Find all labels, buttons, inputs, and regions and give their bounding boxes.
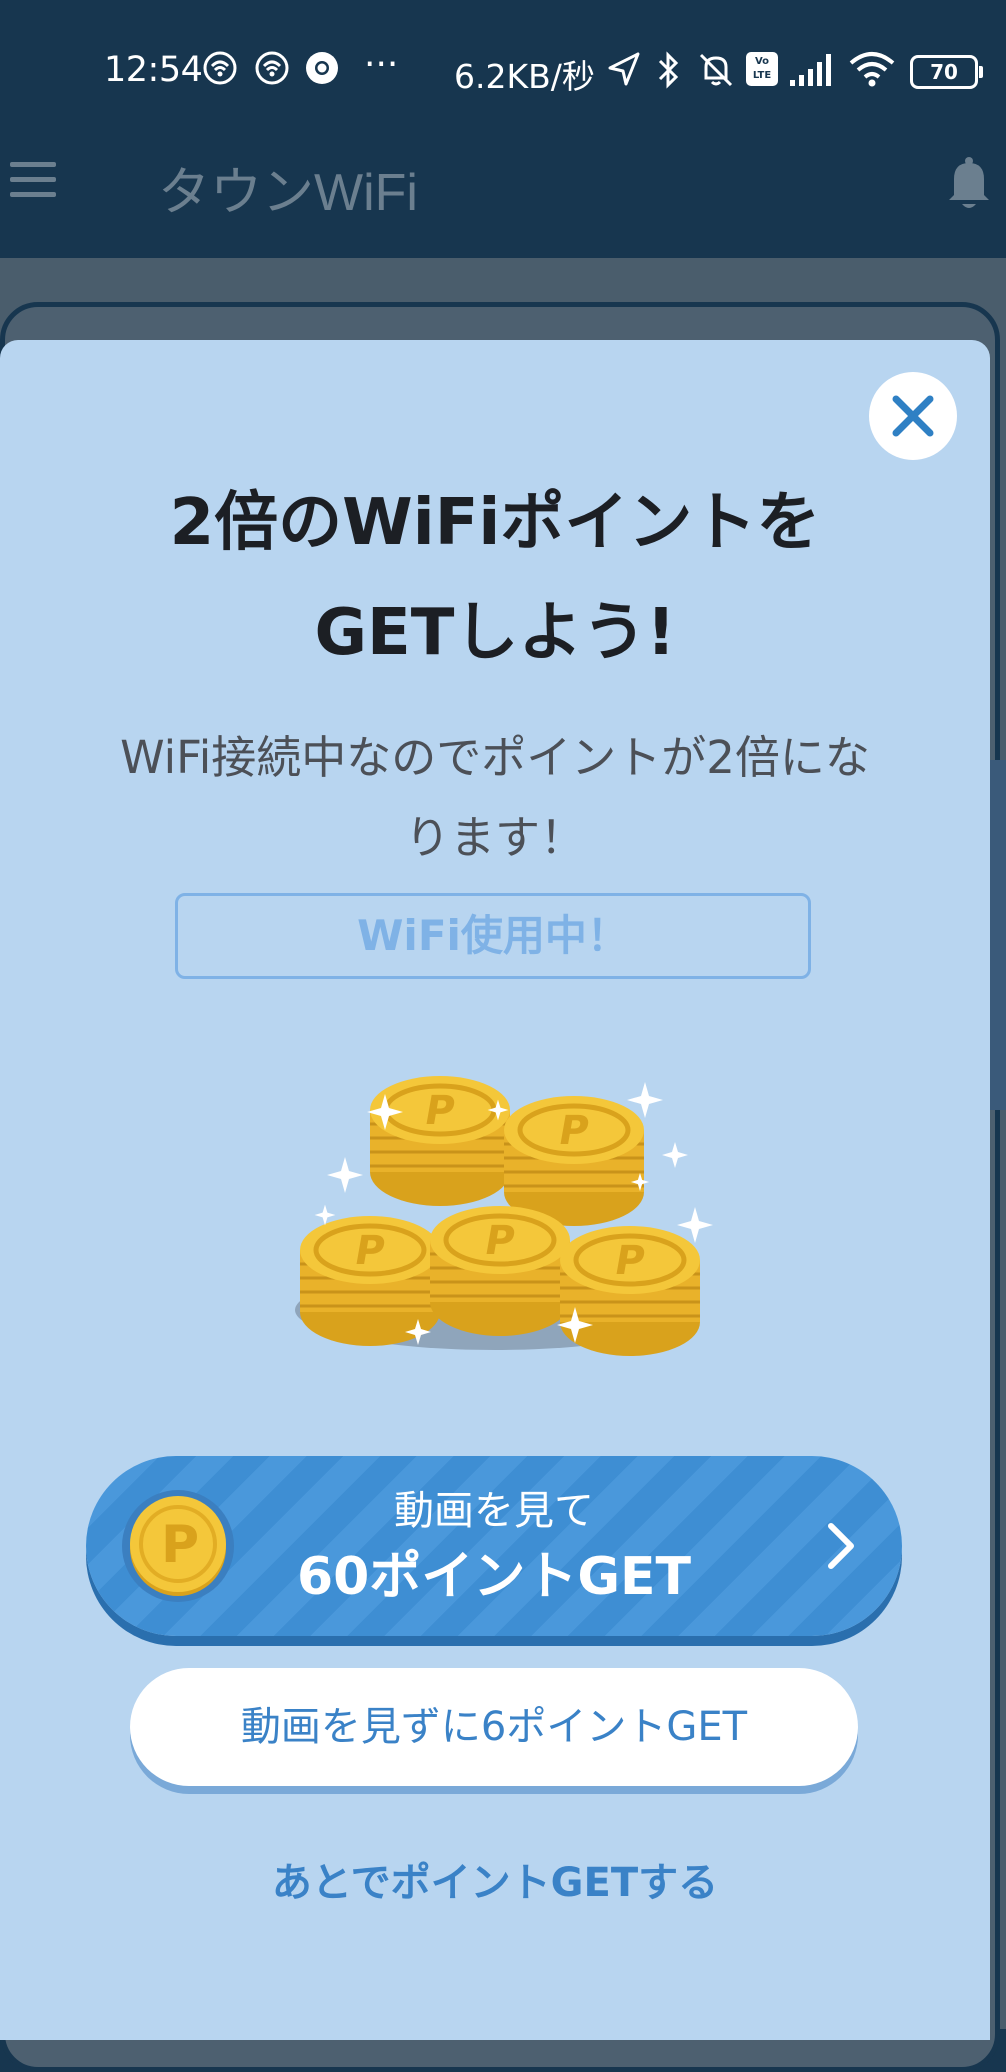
more-notifications-icon: ··· xyxy=(364,44,399,85)
close-icon xyxy=(892,395,934,437)
wifi-hotspot-icon xyxy=(203,51,237,85)
mute-icon xyxy=(699,53,733,87)
signal-icon xyxy=(790,54,831,86)
chrome-icon xyxy=(306,52,338,84)
bell-icon[interactable] xyxy=(944,155,994,213)
net-speed: 6.2KB/秒 xyxy=(454,57,595,96)
wifi-hotspot-icon xyxy=(255,51,289,85)
wifi-status-badge: WiFi使用中！ xyxy=(175,893,811,979)
volte-icon: Vo LTE xyxy=(746,52,778,86)
status-bar: 12:54 ··· 6.2KB/秒 Vo LTE 70 xyxy=(0,0,1006,140)
close-button[interactable] xyxy=(869,372,957,460)
modal-subtitle-line2: ります！ xyxy=(404,811,585,864)
modal-subtitle: WiFi接続中なのでポイントが2倍にな ります！ xyxy=(70,718,920,878)
watch-video-button[interactable]: P 動画を見て 60ポイントGET xyxy=(86,1456,902,1636)
later-link[interactable]: あとでポイントGETする xyxy=(0,1850,990,1908)
wifi-icon xyxy=(849,52,895,87)
watch-video-button-line2: 60ポイントGET xyxy=(296,1547,692,1607)
app-bar xyxy=(0,140,1006,258)
coins-illustration: P xyxy=(295,1060,713,1360)
skip-video-button[interactable]: 動画を見ずに6ポイントGET xyxy=(130,1668,858,1786)
modal-title-line1: 2倍のWiFiポイントを xyxy=(169,486,821,560)
modal-title-line2: GETしよう! xyxy=(314,596,676,670)
modal-subtitle-line1: WiFi接続中なのでポイントが2倍にな xyxy=(120,731,870,784)
background-strip xyxy=(990,760,1006,1110)
app-title: タウンWiFi xyxy=(158,164,418,222)
chevron-right-icon xyxy=(828,1523,854,1569)
battery-indicator: 70 xyxy=(910,55,983,89)
location-icon xyxy=(608,52,640,86)
bluetooth-icon xyxy=(658,51,679,89)
modal-title: 2倍のWiFiポイントを GETしよう! xyxy=(0,468,990,688)
status-time: 12:54 xyxy=(104,50,203,90)
menu-icon[interactable] xyxy=(10,162,56,198)
watch-video-button-line1: 動画を見て xyxy=(394,1488,594,1534)
